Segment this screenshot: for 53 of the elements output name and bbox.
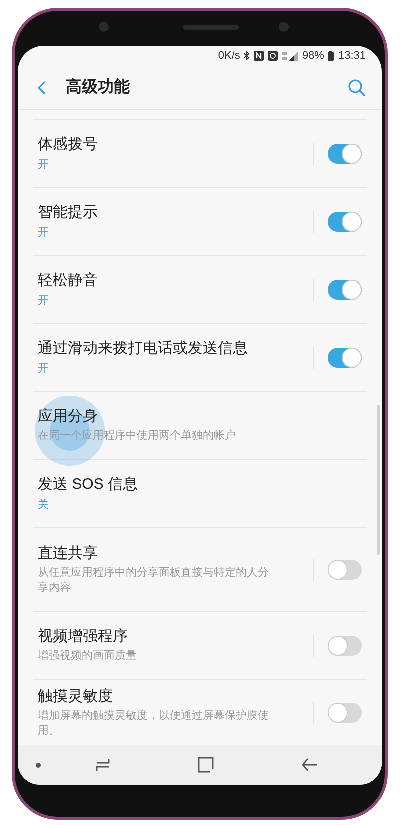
setting-status: 开 [38,158,49,172]
network-speed: 0K/s [218,48,240,64]
setting-description: 从任意应用程序中的分享面板直接与特定的人分享内容 [38,566,270,596]
toggle-switch[interactable] [328,348,362,368]
setting-status: 开 [38,362,49,376]
setting-title: 智能提示 [38,202,98,222]
setting-description: 在同一个应用程序中使用两个单独的帐户 [38,429,236,444]
setting-row[interactable]: 轻松静音 开 [33,256,367,324]
toggle-switch[interactable] [328,144,362,164]
toggle-switch[interactable] [328,560,362,580]
page-title: 高级功能 [66,77,130,98]
earpiece [183,25,239,30]
setting-row[interactable]: 发送 SOS 信息 关 [33,460,367,528]
setting-row[interactable]: 通过滑动来拨打电话或发送信息 开 [33,324,367,392]
setting-title: 应用分身 [38,407,98,427]
setting-row[interactable]: 触摸灵敏度 增加屏幕的触摸灵敏度，以便通过屏幕保护膜使用。 [33,680,367,745]
setting-title: 直连共享 [38,544,98,564]
toggle-switch[interactable] [328,212,362,232]
sensor-icon [279,22,289,32]
back-arrow-icon [302,758,318,772]
recent-apps-icon [95,758,111,772]
toggle-switch[interactable] [328,280,362,300]
clock: 13:31 [338,48,366,64]
setting-status: 开 [38,226,49,240]
home-button[interactable] [196,755,216,775]
battery-icon [328,51,334,61]
setting-row[interactable]: 体感拨号 开 [33,120,367,188]
toggle-switch[interactable] [328,636,362,656]
setting-description: 增强视频的画面质量 [38,649,137,664]
home-icon [198,757,214,773]
setting-title: 触摸灵敏度 [38,686,113,706]
setting-title: 通过滑动来拨打电话或发送信息 [38,338,248,358]
chevron-left-icon [38,80,46,94]
search-icon [348,78,366,96]
setting-title: 视频增强程序 [38,627,128,647]
setting-row[interactable]: 智能提示 开 [33,188,367,256]
bluetooth-icon [244,51,250,61]
toggle-switch[interactable] [328,702,362,722]
setting-row[interactable]: 应用分身 在同一个应用程序中使用两个单独的帐户 [33,392,367,460]
setting-title: 轻松静音 [38,270,98,290]
setting-status: 开 [38,294,49,308]
search-button[interactable] [346,76,368,98]
battery-percentage: 98% [302,48,324,64]
setting-row[interactable]: 视频增强程序 增强视频的画面质量 [33,612,367,680]
setting-status: 关 [38,498,49,512]
signal-icon [282,51,298,61]
setting-title: 体感拨号 [38,134,98,154]
camera-icon [99,22,109,32]
alarm-icon [268,51,278,61]
setting-title: 发送 SOS 信息 [38,474,138,494]
setting-description: 增加屏幕的触摸灵敏度，以便通过屏幕保护膜使用。 [38,708,270,738]
nfc-icon [254,51,264,61]
setting-row[interactable]: 直连共享 从任意应用程序中的分享面板直接与特定的人分享内容 [33,528,367,612]
